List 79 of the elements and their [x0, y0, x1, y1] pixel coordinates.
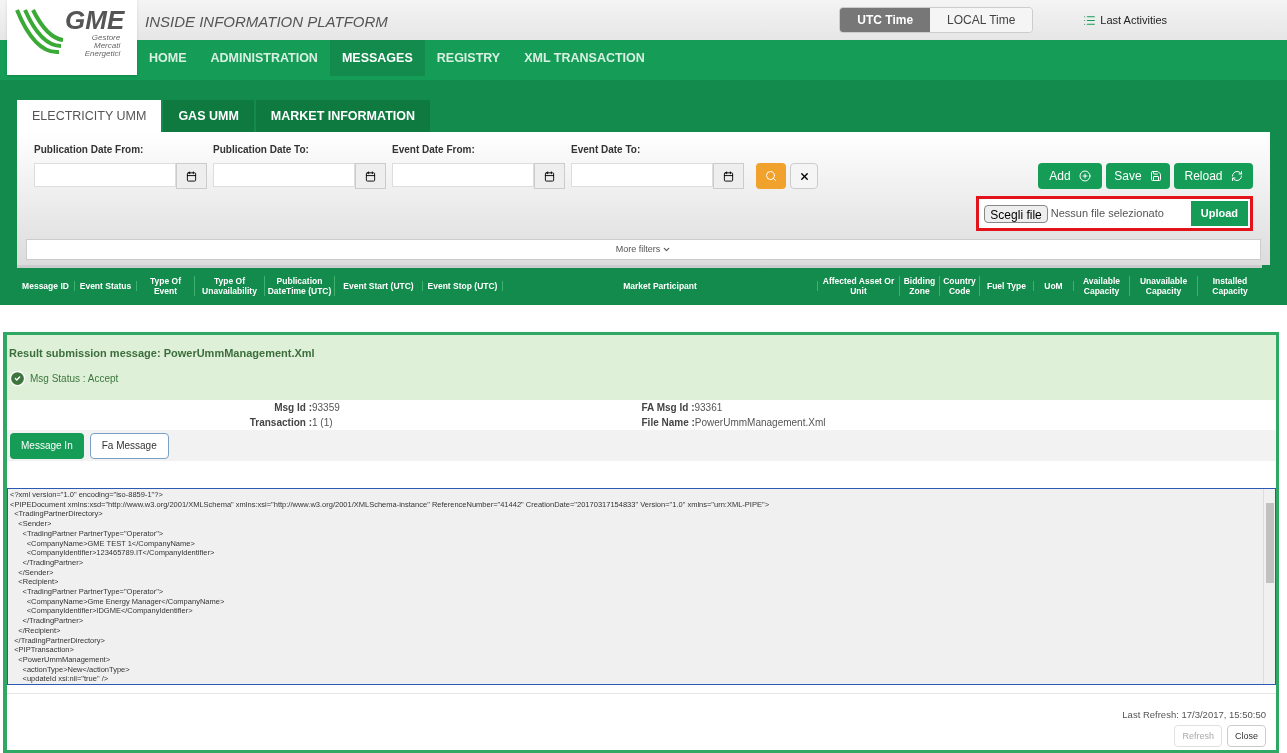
column-header: UoM	[1034, 280, 1074, 291]
last-refresh: Last Refresh: 17/3/2017, 15:50:50	[1122, 708, 1266, 722]
tab[interactable]: GAS UMM	[163, 100, 254, 132]
field-label: Msg Id :	[273, 401, 312, 415]
calendar-button[interactable]	[534, 163, 565, 189]
nav-item[interactable]: REGISTRY	[424, 40, 513, 76]
dialog-button[interactable]: Close	[1227, 725, 1266, 748]
calendar-button[interactable]	[355, 163, 386, 189]
logo-subtitle: Mercati	[93, 42, 122, 50]
field-label: Transaction :	[248, 416, 312, 430]
calendar-icon	[544, 170, 555, 182]
action-button[interactable]: Add	[1038, 163, 1102, 189]
column-header: Event Stop (UTC)	[423, 280, 503, 291]
tab[interactable]: ELECTRICITY UMM	[17, 100, 162, 132]
column-header: Market Participant	[503, 280, 818, 291]
logo-text: GME	[65, 6, 125, 34]
message-tab[interactable]: Fa Message	[89, 432, 169, 459]
dialog-title: Result submission message: PowerUmmManagement.Xml	[9, 346, 316, 361]
column-header: Unavailable Capacity	[1130, 275, 1198, 296]
calendar-icon	[723, 170, 734, 182]
filter-label: Event Date From:	[392, 143, 476, 157]
column-header: Type Of Unavailability	[195, 275, 265, 296]
tab[interactable]: MARKET INFORMATION	[255, 100, 430, 132]
column-header: Event Start (UTC)	[335, 280, 423, 291]
column-header: Message ID	[17, 280, 75, 291]
action-icon	[1078, 170, 1091, 182]
nav-item[interactable]: HOME	[137, 40, 199, 76]
column-header: Affected Asset Or Unit	[818, 275, 900, 296]
date-field[interactable]	[392, 163, 534, 187]
calendar-icon	[186, 170, 197, 182]
file-status: Nessun file selezionato	[1050, 206, 1165, 222]
calendar-button[interactable]	[176, 163, 207, 189]
action-icon	[1230, 170, 1243, 182]
column-header: Available Capacity	[1074, 275, 1130, 296]
list-icon	[1083, 13, 1097, 27]
date-field[interactable]	[34, 163, 176, 187]
upload-button[interactable]: Upload	[1190, 201, 1248, 226]
column-header: Installed Capacity	[1211, 275, 1249, 296]
message-tab[interactable]: Message In	[10, 432, 84, 459]
field-value: 1 (1)	[312, 416, 333, 430]
column-header: Publication DateTime (UTC)	[265, 275, 335, 296]
more-filters-bar[interactable]: More filters	[26, 239, 1261, 260]
logo-subtitle: Gestore	[90, 34, 122, 42]
calendar-icon	[365, 170, 376, 182]
xml-textarea[interactable]	[7, 488, 1276, 685]
clear-button[interactable]	[790, 163, 818, 189]
time-toggle-option[interactable]: UTC Time	[840, 8, 931, 32]
field-value: 93361	[694, 401, 723, 415]
nav-item[interactable]: MESSAGES	[329, 40, 425, 76]
action-button[interactable]: Save	[1106, 163, 1170, 189]
close-icon	[798, 170, 810, 182]
status-text: Msg Status : Accept	[30, 371, 119, 386]
date-field[interactable]	[571, 163, 713, 187]
column-header: Fuel Type	[980, 280, 1034, 291]
action-button[interactable]: Reload	[1174, 163, 1253, 189]
field-label: FA Msg Id :	[641, 401, 695, 415]
search-icon	[765, 170, 777, 182]
time-toggle-option[interactable]: LOCAL Time	[930, 8, 1033, 32]
caret-icon	[662, 245, 672, 254]
field-label: File Name :	[641, 416, 695, 430]
column-header: Country Code	[940, 275, 980, 296]
choose-file-button[interactable]: Scegli file	[984, 204, 1048, 223]
calendar-button[interactable]	[713, 163, 744, 189]
filter-label: Publication Date From:	[34, 143, 145, 157]
scrollbar[interactable]	[1263, 489, 1275, 684]
last-activities-link[interactable]: Last Activities	[1083, 12, 1167, 29]
action-icon	[1149, 170, 1162, 182]
logo-subtitle: Energetici	[83, 50, 122, 58]
date-field[interactable]	[213, 163, 355, 187]
column-header: Type Of Event	[137, 275, 195, 296]
platform-title: INSIDE INFORMATION PLATFORM	[145, 12, 388, 32]
nav-item[interactable]: ADMINISTRATION	[198, 40, 330, 76]
nav-item[interactable]: XML TRANSACTION	[512, 40, 657, 76]
filter-label: Event Date To:	[571, 143, 642, 157]
filter-label: Publication Date To:	[213, 143, 310, 157]
column-header: Event Status	[75, 280, 137, 291]
field-value: 93359	[312, 401, 340, 415]
check-circle-icon	[9, 369, 26, 387]
column-header: Bidding Zone	[900, 275, 940, 296]
